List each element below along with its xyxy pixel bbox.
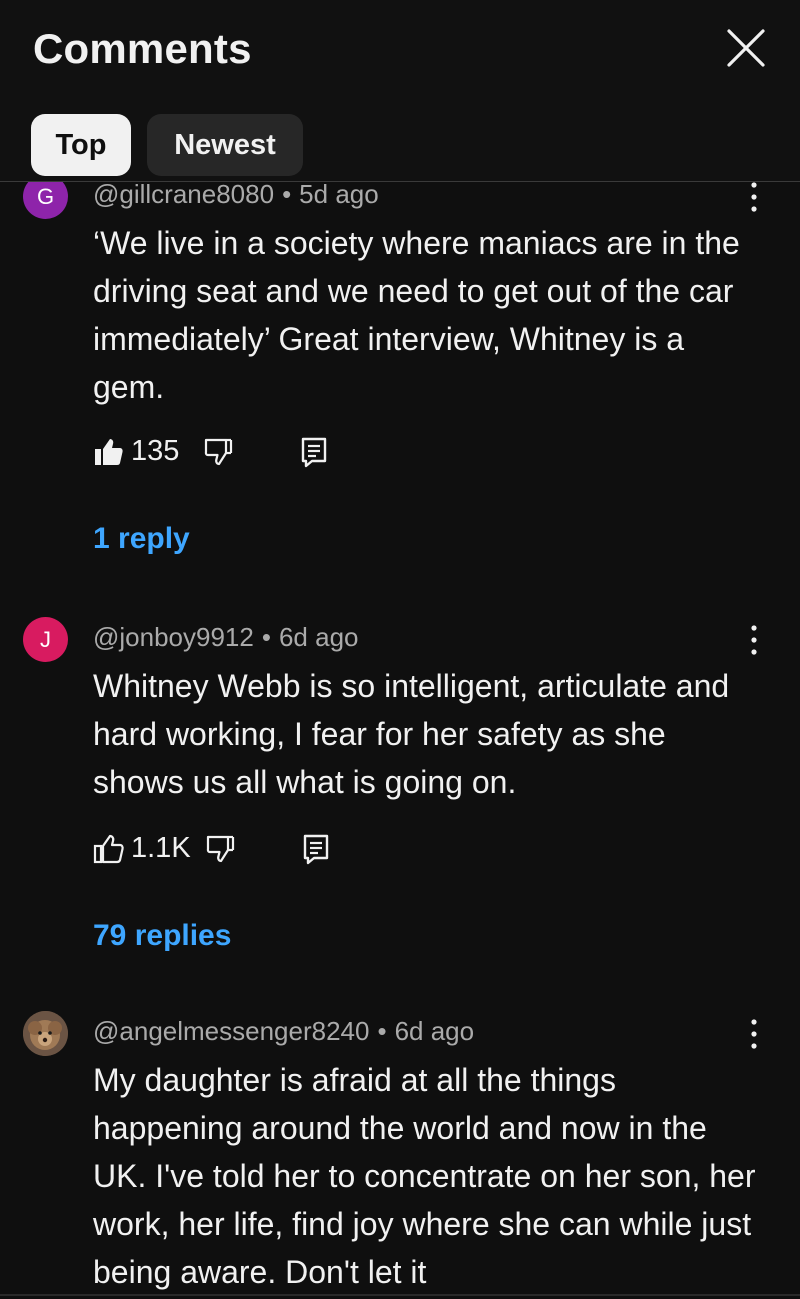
meta-separator: • <box>377 1016 387 1046</box>
like-count: 1.1K <box>131 832 191 864</box>
comment-text: ‘We live in a society where maniacs are … <box>93 225 740 405</box>
tab-newest-label: Newest <box>174 128 276 161</box>
bottom-divider <box>0 1294 800 1296</box>
comment-text: My daughter is afraid at all the things … <box>93 1062 756 1290</box>
reply-icon[interactable] <box>300 436 328 468</box>
tab-top-label: Top <box>55 128 107 161</box>
comment-author[interactable]: @jonboy9912 <box>93 622 254 652</box>
comment-time[interactable]: 6d ago <box>279 622 359 652</box>
view-replies-link[interactable]: 79 replies <box>93 919 231 953</box>
thumbs-down-icon[interactable] <box>205 833 235 865</box>
view-replies-link[interactable]: 1 reply <box>93 522 190 556</box>
tab-top[interactable]: Top <box>31 114 131 176</box>
avatar[interactable]: G <box>23 182 68 219</box>
page-title: Comments <box>33 25 252 72</box>
comment-author[interactable]: @gillcrane8080 <box>93 182 274 209</box>
meta-separator: • <box>282 182 292 209</box>
comment-list[interactable]: G @gillcrane8080 • 5d ago ‘We live in a so… <box>0 182 800 1299</box>
comment-meta: @angelmessenger8240 • 6d ago <box>93 1016 474 1047</box>
thumbs-up-icon[interactable] <box>93 833 125 865</box>
more-options-icon[interactable] <box>740 1016 768 1052</box>
thumbs-down-icon[interactable] <box>203 436 233 468</box>
more-options-icon[interactable] <box>740 182 768 215</box>
comment-meta: @gillcrane8080 • 5d ago <box>93 182 379 210</box>
reply-icon[interactable] <box>302 833 330 865</box>
comment-item: J @jonboy9912 • 6d ago Whitney Webb is so … <box>0 602 800 982</box>
comment-item: G @gillcrane8080 • 5d ago ‘We live in a so… <box>0 182 800 579</box>
more-options-icon[interactable] <box>740 622 768 658</box>
avatar[interactable] <box>23 1011 68 1056</box>
dog-avatar-icon <box>23 1011 68 1056</box>
close-icon[interactable] <box>720 22 772 74</box>
comment-time[interactable]: 5d ago <box>299 182 379 209</box>
comment-author[interactable]: @angelmessenger8240 <box>93 1016 369 1046</box>
comment-meta: @jonboy9912 • 6d ago <box>93 622 359 653</box>
tab-newest[interactable]: Newest <box>147 114 303 176</box>
thumbs-up-filled-icon[interactable] <box>93 436 125 468</box>
avatar-letter: J <box>40 626 51 652</box>
comment-item: @angelmessenger8240 • 6d ago My daughter i… <box>0 996 800 1299</box>
avatar-letter: G <box>36 183 55 209</box>
comment-text: Whitney Webb is so intelligent, articula… <box>93 668 730 800</box>
like-count: 135 <box>131 435 180 467</box>
comment-time[interactable]: 6d ago <box>395 1016 475 1046</box>
avatar[interactable]: J <box>23 617 68 662</box>
comments-header: Comments Top Newest <box>0 0 800 182</box>
meta-separator: • <box>261 622 271 652</box>
